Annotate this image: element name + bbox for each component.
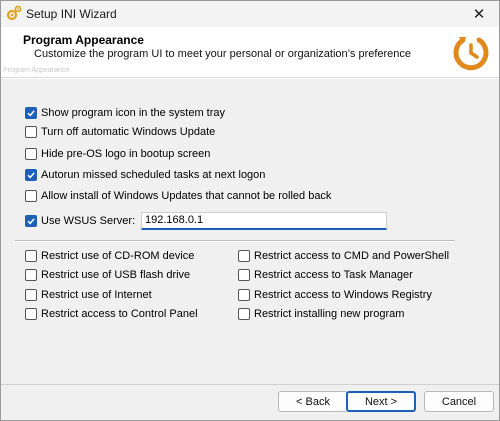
option-turn-off-windows-update[interactable]: Turn off automatic Windows Update — [25, 124, 215, 140]
checkbox[interactable] — [25, 269, 37, 281]
restrictions-divider-highlight — [15, 241, 455, 242]
checkbox[interactable] — [238, 250, 250, 262]
option-hide-preos-logo[interactable]: Hide pre-OS logo in bootup screen — [25, 146, 210, 162]
option-label: Restrict installing new program — [254, 308, 405, 320]
checkbox[interactable] — [25, 289, 37, 301]
close-button[interactable]: ✕ — [459, 1, 499, 27]
next-button[interactable]: Next > — [346, 391, 416, 412]
checkbox[interactable] — [25, 250, 37, 262]
back-button[interactable]: < Back — [278, 391, 348, 412]
gears-icon — [6, 5, 22, 21]
option-label: Allow install of Windows Updates that ca… — [41, 190, 332, 202]
title-bar[interactable]: Setup INI Wizard ✕ — [1, 1, 499, 27]
restrict-cdrom[interactable]: Restrict use of CD-ROM device — [25, 248, 194, 264]
restrict-cmd-powershell[interactable]: Restrict access to CMD and PowerShell — [238, 248, 449, 264]
footer-divider — [1, 384, 499, 385]
option-allow-irreversible-updates[interactable]: Allow install of Windows Updates that ca… — [25, 188, 331, 204]
checkbox[interactable] — [25, 169, 37, 181]
restrict-internet[interactable]: Restrict use of Internet — [25, 287, 152, 303]
option-label: Restrict access to CMD and PowerShell — [254, 250, 450, 262]
option-label: Restrict use of CD-ROM device — [41, 250, 195, 262]
setup-wizard-window: Setup INI Wizard ✕ Program Appearance Cu… — [0, 0, 500, 421]
option-label: Hide pre-OS logo in bootup screen — [41, 148, 211, 160]
wsus-server-input[interactable]: 192.168.0.1 — [141, 212, 387, 230]
restrict-control-panel[interactable]: Restrict access to Control Panel — [25, 306, 198, 322]
close-icon: ✕ — [472, 6, 486, 23]
option-show-tray-icon[interactable]: Show program icon in the system tray — [25, 105, 225, 121]
checkbox[interactable] — [238, 308, 250, 320]
header-ghost-text: Program Appearance — [3, 67, 70, 74]
restrict-task-manager[interactable]: Restrict access to Task Manager — [238, 267, 413, 283]
option-label: Autorun missed scheduled tasks at next l… — [41, 169, 266, 181]
checkbox[interactable] — [25, 215, 37, 227]
option-label: Restrict use of USB flash drive — [41, 269, 191, 281]
restrict-usb[interactable]: Restrict use of USB flash drive — [25, 267, 190, 283]
option-autorun-missed-tasks[interactable]: Autorun missed scheduled tasks at next l… — [25, 167, 265, 183]
wizard-header: Program Appearance Customize the program… — [1, 27, 499, 77]
restrict-new-programs[interactable]: Restrict installing new program — [238, 306, 404, 322]
restrict-registry[interactable]: Restrict access to Windows Registry — [238, 287, 432, 303]
checkbox[interactable] — [25, 190, 37, 202]
option-label: Restrict access to Task Manager — [254, 269, 413, 281]
header-divider-highlight — [1, 78, 499, 79]
cancel-button[interactable]: Cancel — [424, 391, 494, 412]
option-label: Restrict access to Windows Registry — [254, 289, 432, 301]
power-clock-icon — [451, 31, 491, 71]
option-label: Restrict use of Internet — [41, 289, 152, 301]
option-label: Use WSUS Server: — [41, 215, 136, 227]
window-title: Setup INI Wizard — [26, 7, 117, 21]
checkbox[interactable] — [25, 107, 37, 119]
option-label: Show program icon in the system tray — [41, 107, 226, 119]
page-title: Program Appearance — [23, 33, 144, 47]
checkbox[interactable] — [238, 269, 250, 281]
option-use-wsus-server[interactable]: Use WSUS Server: — [25, 213, 135, 229]
option-label: Restrict access to Control Panel — [41, 308, 198, 320]
checkbox[interactable] — [25, 148, 37, 160]
checkbox[interactable] — [238, 289, 250, 301]
page-subtitle: Customize the program UI to meet your pe… — [34, 48, 412, 60]
checkbox[interactable] — [25, 308, 37, 320]
option-label: Turn off automatic Windows Update — [41, 126, 216, 138]
checkbox[interactable] — [25, 126, 37, 138]
